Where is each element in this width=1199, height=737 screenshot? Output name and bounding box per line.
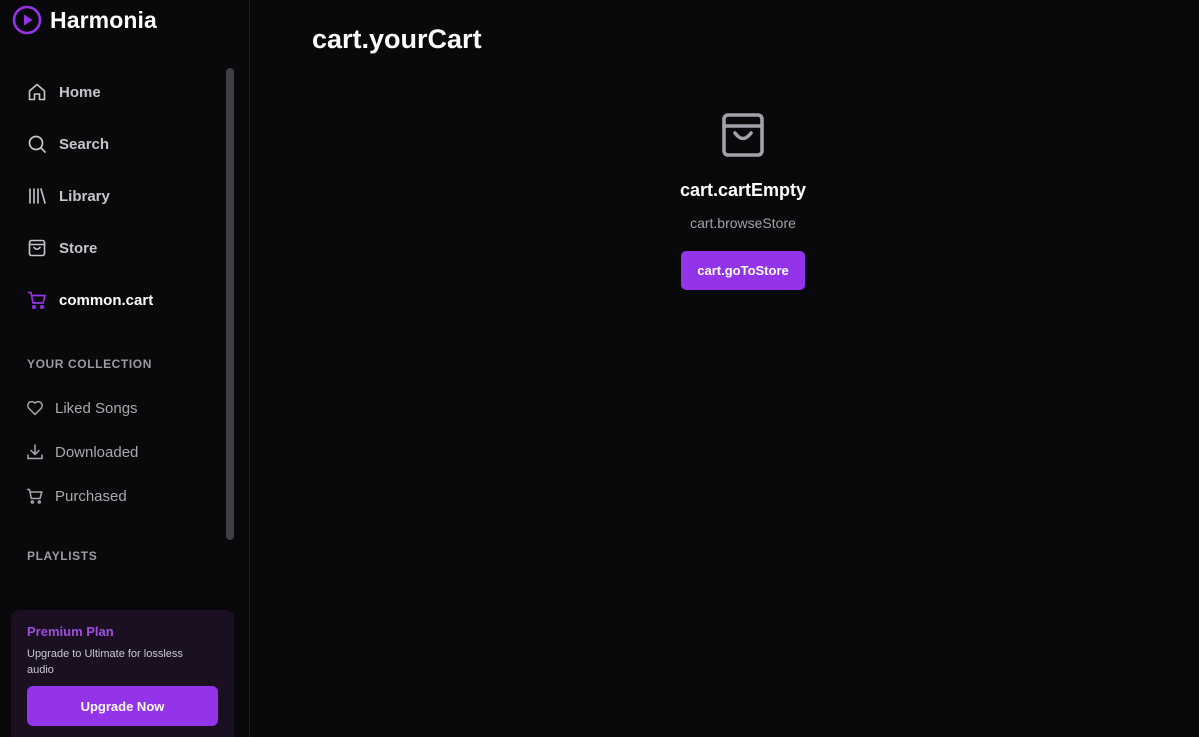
collection-section-title: YOUR COLLECTION — [27, 357, 152, 371]
collection-item-purchased[interactable]: Purchased — [0, 474, 230, 518]
nav-item-label: common.cart — [59, 291, 154, 309]
nav-item-label: Store — [59, 239, 98, 257]
download-icon — [26, 443, 44, 461]
nav-item-label: Home — [59, 83, 101, 101]
premium-title: Premium Plan — [27, 624, 114, 639]
sidebar-scrollbar[interactable] — [226, 68, 234, 540]
nav-item-label: Library — [59, 187, 110, 205]
collection-item-label: Purchased — [55, 487, 127, 505]
brand-name: Harmonia — [50, 6, 157, 33]
nav-item-cart[interactable]: common.cart — [0, 274, 230, 326]
collection-list: Liked Songs Downloaded Purchased — [0, 386, 230, 518]
nav-item-home[interactable]: Home — [0, 66, 230, 118]
upgrade-now-button[interactable]: Upgrade Now — [27, 686, 218, 726]
go-to-store-button[interactable]: cart.goToStore — [681, 251, 805, 290]
play-circle-icon — [12, 5, 42, 35]
shopping-bag-icon — [719, 110, 767, 160]
collection-item-label: Downloaded — [55, 443, 139, 461]
collection-item-downloaded[interactable]: Downloaded — [0, 430, 230, 474]
playlists-section-title: PLAYLISTS — [27, 549, 98, 563]
shopping-bag-icon — [27, 238, 47, 258]
cart-icon — [26, 487, 44, 505]
library-icon — [27, 186, 47, 206]
empty-cart-subtitle: cart.browseStore — [690, 215, 796, 231]
premium-description: Upgrade to Ultimate for lossless audio — [27, 648, 183, 676]
main-nav: Home Search Library Store common.cart — [0, 66, 230, 326]
main-content: cart.yourCart cart.cartEmpty cart.browse… — [250, 0, 1199, 737]
search-icon — [27, 134, 47, 154]
collection-item-label: Liked Songs — [55, 399, 138, 417]
cart-icon — [27, 290, 47, 310]
brand[interactable]: Harmonia — [12, 5, 157, 35]
nav-item-search[interactable]: Search — [0, 118, 230, 170]
app: Harmonia Home Search Library Store commo… — [0, 0, 1199, 737]
sidebar: Harmonia Home Search Library Store commo… — [0, 0, 250, 737]
page-title: cart.yourCart — [312, 24, 482, 54]
nav-item-store[interactable]: Store — [0, 222, 230, 274]
premium-plan-card: Premium Plan Upgrade to Ultimate for los… — [11, 610, 234, 737]
nav-item-label: Search — [59, 135, 110, 153]
empty-cart-state: cart.cartEmpty cart.browseStore cart.goT… — [630, 110, 856, 290]
heart-icon — [26, 399, 44, 417]
empty-cart-title: cart.cartEmpty — [679, 180, 807, 200]
collection-item-liked-songs[interactable]: Liked Songs — [0, 386, 230, 430]
nav-item-library[interactable]: Library — [0, 170, 230, 222]
home-icon — [27, 82, 47, 102]
